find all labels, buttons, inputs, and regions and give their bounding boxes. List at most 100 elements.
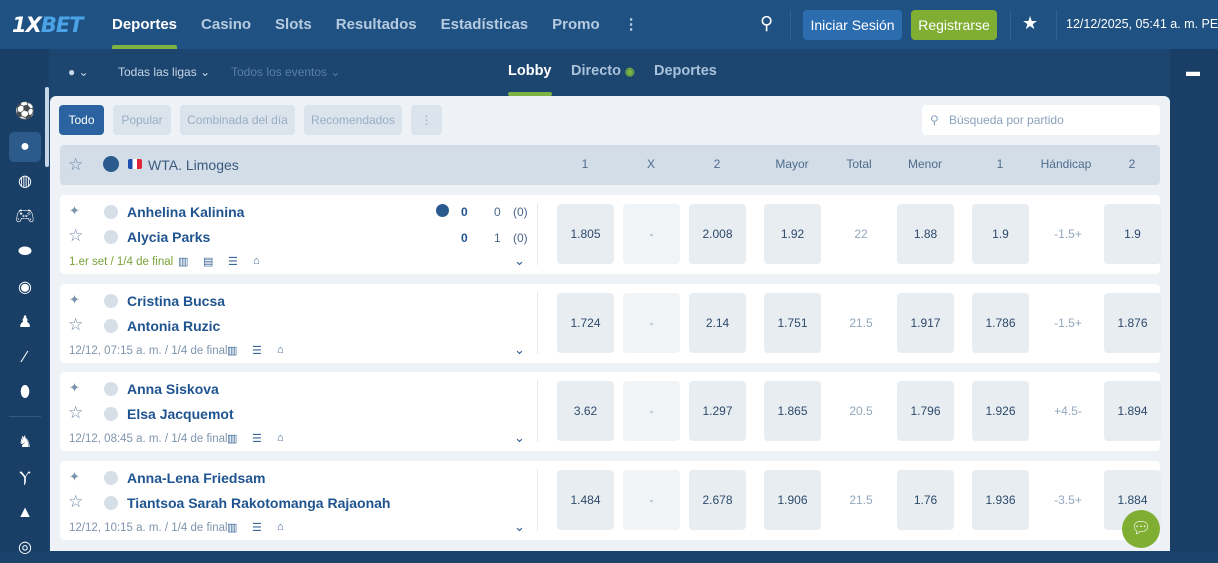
match-row[interactable]: ✦ ☆ Cristina Bucsa Antonia Ruzic 12/12, 07:1…: [60, 284, 1161, 363]
expand-chevron-icon[interactable]: ⌄: [514, 430, 525, 446]
chat-button[interactable]: 💬︎: [1122, 510, 1160, 548]
star-icon[interactable]: ☆: [68, 155, 83, 175]
match-row[interactable]: ✦ ☆ Anhelina Kalinina Alycia Parks 1.er set …: [60, 195, 1161, 274]
stats-icon[interactable]: ▥: [178, 255, 188, 268]
player-2-name[interactable]: Antonia Ruzic: [127, 318, 220, 334]
expand-chevron-icon[interactable]: ⌄: [514, 519, 525, 535]
scrollbar[interactable]: [45, 87, 49, 167]
odd-button[interactable]: 1.484: [557, 470, 614, 530]
star-icon[interactable]: ☆: [68, 492, 83, 512]
register-button[interactable]: Registrarse: [911, 10, 997, 40]
more-icon[interactable]: ⋮: [624, 0, 639, 49]
martial-arts-icon[interactable]: Ⲩ: [9, 463, 41, 493]
star-icon[interactable]: ☆: [68, 315, 83, 335]
nav-promo[interactable]: Promo: [552, 0, 600, 49]
tab-directo[interactable]: Directo ◉: [571, 63, 635, 79]
field-icon[interactable]: ⌂: [277, 432, 284, 444]
odd-button[interactable]: 1.876: [1104, 293, 1161, 353]
odd-button[interactable]: 1.297: [689, 381, 746, 441]
sport-selector[interactable]: ● ⌄: [68, 65, 89, 79]
odd-button[interactable]: 1.76: [897, 470, 954, 530]
match-row[interactable]: ✦ ☆ Anna Siskova Elsa Jacquemot 12/12, 08:45…: [60, 372, 1161, 451]
pin-icon[interactable]: ✦: [69, 469, 80, 485]
lineup-icon[interactable]: ☰: [252, 521, 262, 534]
table-tennis-icon[interactable]: ♟: [9, 308, 41, 338]
tab-lobby[interactable]: Lobby: [508, 63, 552, 96]
pin-icon[interactable]: ✦: [69, 380, 80, 396]
filter-combinada[interactable]: Combinada del día: [180, 105, 295, 135]
nav-resultados[interactable]: Resultados: [336, 0, 417, 49]
nav-deportes[interactable]: Deportes: [112, 0, 178, 49]
filter-recomendados[interactable]: Recomendados: [304, 105, 402, 135]
star-icon[interactable]: ☆: [68, 403, 83, 423]
basketball-icon[interactable]: ◍: [9, 167, 41, 197]
odd-button[interactable]: 1.894: [1104, 381, 1161, 441]
chart-icon[interactable]: ▤: [203, 255, 213, 268]
hockey-puck-icon[interactable]: ⬬: [9, 237, 41, 267]
stats-icon[interactable]: ▥: [227, 521, 237, 534]
odd-button[interactable]: 1.805: [557, 204, 614, 264]
filter-popular[interactable]: Popular: [113, 105, 171, 135]
odd-button[interactable]: 2.678: [689, 470, 746, 530]
nav-estadisticas[interactable]: Estadísticas: [441, 0, 529, 49]
nav-casino[interactable]: Casino: [201, 0, 251, 49]
league-name[interactable]: WTA. Limoges: [148, 157, 239, 173]
cricket-icon[interactable]: ⁄: [9, 343, 41, 373]
odd-button[interactable]: 1.9: [972, 204, 1029, 264]
chess-icon[interactable]: ♞: [9, 428, 41, 458]
pin-icon[interactable]: ✦: [69, 203, 80, 219]
lineup-icon[interactable]: ☰: [228, 255, 238, 268]
field-icon[interactable]: ⌂: [277, 521, 284, 533]
tennis-icon[interactable]: ●: [9, 132, 41, 162]
filter-todo[interactable]: Todo: [59, 105, 104, 135]
more-filters-button[interactable]: ⋮: [411, 105, 442, 135]
esports-gamepad-icon[interactable]: 🎮︎: [9, 202, 41, 232]
events-dropdown[interactable]: Todos los eventos ⌄: [231, 65, 340, 79]
odd-button[interactable]: 2.14: [689, 293, 746, 353]
soccer-icon[interactable]: ⚽: [9, 97, 41, 127]
odd-button[interactable]: -: [623, 293, 680, 353]
odd-button[interactable]: 1.88: [897, 204, 954, 264]
odd-button[interactable]: 1.751: [764, 293, 821, 353]
login-button[interactable]: Iniciar Sesión: [803, 10, 902, 40]
match-search-input[interactable]: ⚲ Búsqueda por partido: [922, 105, 1160, 135]
stats-icon[interactable]: ▥: [227, 432, 237, 445]
expand-chevron-icon[interactable]: ⌄: [514, 342, 525, 358]
lineup-icon[interactable]: ☰: [252, 344, 262, 357]
player-2-name[interactable]: Elsa Jacquemot: [127, 406, 234, 422]
odd-button[interactable]: -: [623, 470, 680, 530]
odd-button[interactable]: -: [623, 381, 680, 441]
odd-button[interactable]: 1.926: [972, 381, 1029, 441]
player-1-name[interactable]: Cristina Bucsa: [127, 293, 225, 309]
odd-button[interactable]: 3.62: [557, 381, 614, 441]
odd-button[interactable]: 1.796: [897, 381, 954, 441]
odd-button[interactable]: 1.9: [1104, 204, 1161, 264]
lineup-icon[interactable]: ☰: [252, 432, 262, 445]
odd-button[interactable]: 1.92: [764, 204, 821, 264]
expand-chevron-icon[interactable]: ⌄: [514, 253, 525, 269]
search-icon[interactable]: ⚲: [760, 13, 773, 34]
badminton-icon[interactable]: ▲: [9, 498, 41, 528]
odd-button[interactable]: 2.008: [689, 204, 746, 264]
odd-button[interactable]: 1.936: [972, 470, 1029, 530]
odd-button[interactable]: 1.786: [972, 293, 1029, 353]
volleyball-icon[interactable]: ◉: [9, 273, 41, 303]
player-1-name[interactable]: Anna-Lena Friedsam: [127, 470, 265, 486]
odd-button[interactable]: -: [623, 204, 680, 264]
odd-button[interactable]: 1.724: [557, 293, 614, 353]
sport-icon[interactable]: ◎: [9, 533, 41, 563]
american-football-icon[interactable]: ⬮: [9, 378, 41, 408]
stats-icon[interactable]: ▥: [227, 344, 237, 357]
player-1-name[interactable]: Anhelina Kalinina: [127, 204, 244, 220]
star-icon[interactable]: ☆: [68, 226, 83, 246]
nav-slots[interactable]: Slots: [275, 0, 312, 49]
tab-deportes[interactable]: Deportes: [654, 63, 717, 79]
leagues-dropdown[interactable]: Todas las ligas ⌄: [118, 65, 210, 79]
bet-slip-icon[interactable]: ▬: [1186, 63, 1200, 79]
star-icon[interactable]: ★: [1022, 13, 1038, 34]
player-1-name[interactable]: Anna Siskova: [127, 381, 219, 397]
odd-button[interactable]: 1.917: [897, 293, 954, 353]
player-2-name[interactable]: Tiantsoa Sarah Rakotomanga Rajaonah: [127, 495, 390, 511]
logo[interactable]: 1XBET: [12, 13, 83, 37]
odd-button[interactable]: 1.906: [764, 470, 821, 530]
